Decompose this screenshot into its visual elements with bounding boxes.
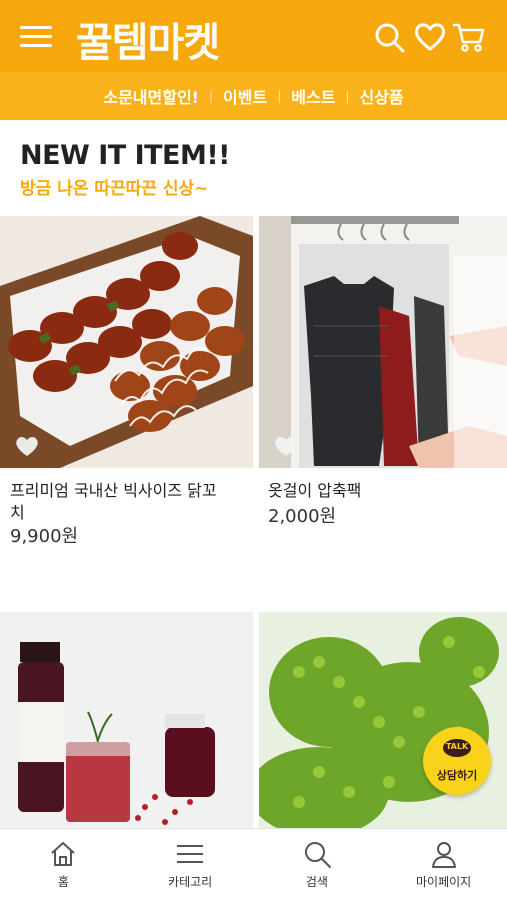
bottom-nav-category[interactable]: 카테고리 <box>127 829 254 900</box>
product-price: 2,000원 <box>268 506 337 527</box>
talk-consult-button[interactable]: TALK 상담하기 <box>423 727 491 795</box>
nav-new[interactable]: 신상품 <box>349 84 413 108</box>
section-title: NEW IT ITEM!! <box>20 140 231 171</box>
product-name[interactable]: 프리미엄 국내산 빅사이즈 닭꼬 치 <box>10 480 250 524</box>
product-price: 9,900원 <box>10 526 79 547</box>
top-header: 꿀템마켓 <box>0 0 507 72</box>
section-subtitle: 방금 나온 따끈따끈 신상~ <box>20 179 209 199</box>
product-image-hanger-pack[interactable] <box>259 216 507 468</box>
product-name-line: 프리미엄 국내산 빅사이즈 닭꼬 <box>10 481 217 500</box>
bottom-nav-label: 검색 <box>305 875 328 889</box>
user-icon <box>431 842 456 868</box>
product-image-sea-grapes[interactable] <box>259 612 507 828</box>
wishlist-heart-icon[interactable] <box>14 434 40 458</box>
heart-icon[interactable] <box>413 20 447 54</box>
talk-label: 상담하기 <box>436 769 478 782</box>
nav-event[interactable]: 이벤트 <box>213 84 277 108</box>
bottom-nav-home[interactable]: 홈 <box>0 829 127 900</box>
bottom-navigation: 홈 카테고리 검색 마이페이지 <box>0 828 507 900</box>
product-name[interactable]: 옷걸이 압축팩 <box>268 480 503 502</box>
product-name-line: 옷걸이 압축팩 <box>268 481 362 500</box>
list-icon <box>177 845 204 863</box>
sub-navigation: 소문내면할인! | 이벤트 | 베스트 | 신상품 <box>0 72 507 120</box>
bottom-nav-label: 홈 <box>57 875 69 889</box>
bottom-nav-label: 마이페이지 <box>416 875 472 889</box>
nav-discount[interactable]: 소문내면할인! <box>93 84 209 108</box>
home-icon <box>51 842 76 866</box>
search-icon[interactable] <box>372 20 406 54</box>
cart-icon[interactable] <box>452 20 486 54</box>
bottom-nav-label: 카테고리 <box>168 875 213 889</box>
nav-best[interactable]: 베스트 <box>281 84 345 108</box>
bottom-nav-search[interactable]: 검색 <box>254 829 381 900</box>
bottom-nav-mypage[interactable]: 마이페이지 <box>380 829 507 900</box>
product-image-juice[interactable] <box>0 612 253 828</box>
talk-badge: TALK <box>445 742 469 751</box>
menu-icon[interactable] <box>20 24 52 50</box>
product-image-chicken-skewers[interactable] <box>0 216 253 468</box>
wishlist-heart-icon[interactable] <box>273 434 299 458</box>
product-name-line: 치 <box>10 503 25 522</box>
site-logo[interactable]: 꿀템마켓 <box>76 10 220 68</box>
search-icon <box>304 842 331 868</box>
